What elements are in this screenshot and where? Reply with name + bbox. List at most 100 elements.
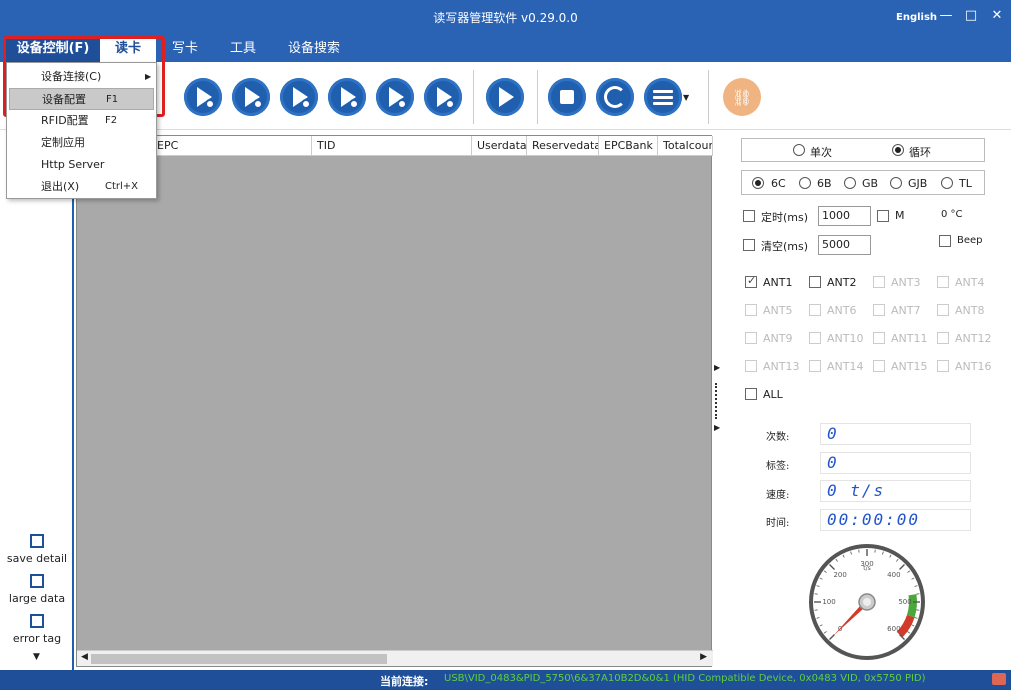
antenna-checkbox-8[interactable] [937, 304, 949, 316]
all-antennas-checkbox[interactable] [745, 388, 757, 400]
antenna-checkbox-1[interactable] [745, 274, 757, 288]
menu-item-label: 设备连接(C) [41, 70, 102, 83]
tag-table[interactable]: EPC TID Userdata Reservedata EPCBank Tot… [76, 135, 713, 667]
menu-tools[interactable]: 工具 [218, 36, 268, 62]
antenna-label-9: ANT9 [763, 332, 793, 345]
antenna-checkbox-5[interactable] [745, 304, 757, 316]
toolbar-separator [537, 70, 538, 124]
error-tag-checkbox[interactable] [30, 614, 44, 628]
antenna-label-16: ANT16 [955, 360, 992, 373]
tags-value: 0 [820, 452, 971, 474]
protocol-tl-radio[interactable] [941, 177, 953, 189]
column-userdata[interactable]: Userdata [472, 136, 527, 156]
error-tag-label: error tag [12, 632, 62, 645]
protocol-gb-radio[interactable] [844, 177, 856, 189]
column-reservedata[interactable]: Reservedata [527, 136, 599, 156]
maximize-icon[interactable]: □ [963, 8, 979, 24]
large-data-option[interactable]: large data [0, 574, 74, 605]
temperature-value: 0 °C [941, 209, 963, 220]
protocol-6b-radio[interactable] [799, 177, 811, 189]
mode-single-radio[interactable] [793, 144, 805, 156]
menu-item-exit[interactable]: 退出(X) Ctrl+X [9, 176, 154, 198]
table-header: EPC TID Userdata Reservedata EPCBank Tot… [77, 136, 713, 156]
scroll-down-icon[interactable]: ▼ [33, 652, 40, 662]
start-button[interactable] [486, 78, 524, 116]
count-value: 0 [820, 423, 971, 445]
large-data-checkbox[interactable] [30, 574, 44, 588]
gauge-hub-center [863, 598, 871, 606]
menu-item-http-server[interactable]: Http Server [9, 154, 154, 176]
beep-checkbox[interactable] [939, 235, 951, 247]
antenna-label-5: ANT5 [763, 304, 793, 317]
column-totalcount[interactable]: Totalcour [658, 136, 713, 156]
antenna-checkbox-7[interactable] [873, 304, 885, 316]
menu-item-device-connect[interactable]: 设备连接(C) ▶ [9, 66, 154, 88]
read-tag-button[interactable] [184, 78, 222, 116]
panel-splitter[interactable]: ▶ ▶ [713, 135, 721, 667]
antenna-checkbox-4[interactable] [937, 276, 949, 288]
minimize-icon[interactable]: — [938, 8, 954, 24]
antenna-checkbox-2[interactable] [809, 276, 821, 288]
scrollbar-thumb[interactable] [91, 654, 387, 664]
read-temp-button-1[interactable] [232, 78, 270, 116]
list-menu-button[interactable] [644, 78, 682, 116]
antenna-checkbox-9[interactable] [745, 332, 757, 344]
close-icon[interactable]: ✕ [989, 8, 1005, 24]
mode-loop-radio[interactable] [892, 144, 904, 156]
antenna-checkbox-15[interactable] [873, 360, 885, 372]
m-label: M [895, 209, 905, 222]
gauge-tick-label: 600 [887, 625, 900, 633]
column-tid[interactable]: TID [312, 136, 472, 156]
clear-checkbox[interactable] [743, 239, 755, 251]
read-temp-button-4[interactable] [376, 78, 414, 116]
antenna-checkbox-13[interactable] [745, 360, 757, 372]
chevron-down-icon[interactable]: ▼ [683, 93, 689, 102]
antenna-label-8: ANT8 [955, 304, 985, 317]
all-antennas-label: ALL [763, 388, 783, 401]
read-temp-button-3[interactable] [328, 78, 366, 116]
m-checkbox[interactable] [877, 210, 889, 222]
tags-label: 标签: [766, 461, 790, 472]
clear-input[interactable]: 5000 [818, 235, 871, 255]
read-temp-button-5[interactable] [424, 78, 462, 116]
protocol-6c-label: 6C [771, 177, 786, 190]
menu-item-device-config[interactable]: 设备配置 F1 [9, 88, 154, 110]
link-button[interactable]: ⛓ [723, 78, 761, 116]
column-epc[interactable]: EPC [152, 136, 312, 156]
menu-item-custom-app[interactable]: 定制应用 [9, 132, 154, 154]
menu-device-search[interactable]: 设备搜索 [278, 36, 350, 62]
error-tag-option[interactable]: error tag [0, 614, 74, 645]
menu-write-card[interactable]: 写卡 [160, 36, 210, 62]
protocol-gjb-label: GJB [908, 177, 928, 190]
read-temp-button-2[interactable] [280, 78, 318, 116]
expand-arrow-icon[interactable]: ▶ [714, 363, 720, 372]
column-epcbank[interactable]: EPCBank [599, 136, 658, 156]
language-button[interactable]: English [896, 12, 937, 23]
antenna-label-11: ANT11 [891, 332, 928, 345]
menu-item-rfid-config[interactable]: RFID配置 F2 [9, 110, 154, 132]
scroll-right-icon[interactable]: ▶ [700, 652, 707, 662]
save-detail-checkbox[interactable] [30, 534, 44, 548]
splitter-grip[interactable] [715, 383, 717, 419]
stop-button[interactable] [548, 78, 586, 116]
horizontal-scrollbar[interactable]: ◀ ▶ [77, 650, 713, 666]
menu-item-label: 设备配置 [42, 93, 86, 106]
antenna-checkbox-16[interactable] [937, 360, 949, 372]
timer-checkbox[interactable] [743, 210, 755, 222]
beep-label: Beep [957, 235, 983, 246]
antenna-checkbox-14[interactable] [809, 360, 821, 372]
antenna-checkbox-10[interactable] [809, 332, 821, 344]
antenna-checkbox-11[interactable] [873, 332, 885, 344]
save-detail-option[interactable]: save detail [0, 534, 74, 565]
antenna-checkbox-3[interactable] [873, 276, 885, 288]
scroll-left-icon[interactable]: ◀ [81, 652, 88, 662]
refresh-button[interactable] [596, 78, 634, 116]
antenna-label-6: ANT6 [827, 304, 857, 317]
timer-input[interactable]: 1000 [818, 206, 871, 226]
device-control-dropdown: 设备连接(C) ▶ 设备配置 F1 RFID配置 F2 定制应用 Http Se… [6, 62, 157, 199]
antenna-checkbox-12[interactable] [937, 332, 949, 344]
expand-arrow-icon[interactable]: ▶ [714, 423, 720, 432]
protocol-gjb-radio[interactable] [890, 177, 902, 189]
protocol-6c-radio[interactable] [752, 177, 764, 189]
antenna-checkbox-6[interactable] [809, 304, 821, 316]
